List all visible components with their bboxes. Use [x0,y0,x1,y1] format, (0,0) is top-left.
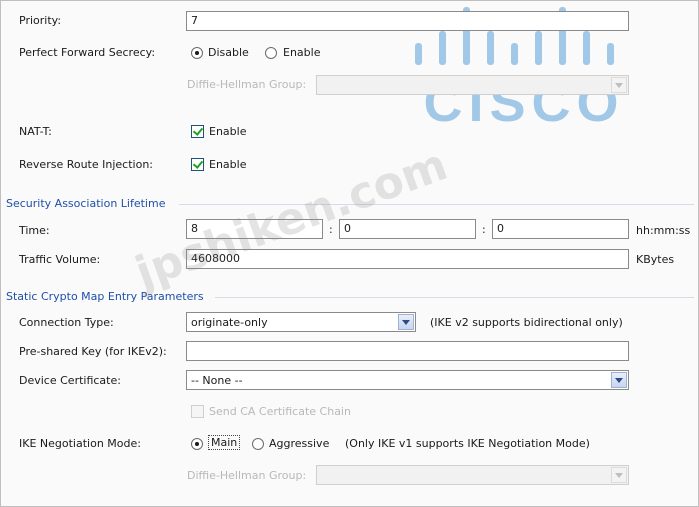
device-certificate-label: Device Certificate: [19,374,121,387]
chevron-down-icon [611,77,627,93]
connection-type-label: Connection Type: [19,316,114,329]
priority-input[interactable]: 7 [186,11,629,31]
ike-dh-group-select[interactable] [316,465,629,485]
ike-main-radio[interactable] [191,438,203,450]
pfs-disable-label: Disable [208,46,249,59]
chevron-down-icon [611,372,627,388]
time-seconds-input[interactable]: 0 [492,219,629,239]
time-label: Time: [19,224,50,237]
ike-aggressive-label: Aggressive [269,437,330,450]
ipsec-crypto-map-panel: CISCO Priority: 7 Perfect Forward Secrec… [0,0,699,507]
rri-checkbox[interactable] [191,158,204,171]
traffic-volume-label: Traffic Volume: [19,253,101,266]
ike-dh-group-label: Diffie-Hellman Group: [187,469,307,482]
time-separator: : [482,223,486,236]
pfs-label: Perfect Forward Secrecy: [19,46,156,59]
rri-label: Reverse Route Injection: [19,158,154,171]
pfs-enable-radio[interactable] [265,47,277,59]
sa-lifetime-title: Security Association Lifetime [6,197,166,210]
send-ca-chain-label: Send CA Certificate Chain [209,405,351,418]
crypto-map-title: Static Crypto Map Entry Parameters [6,290,204,303]
nat-t-checkbox[interactable] [191,125,204,138]
ike-mode-note: (Only IKE v1 supports IKE Negotiation Mo… [345,437,590,450]
ike-mode-label: IKE Negotiation Mode: [19,437,141,450]
device-certificate-select[interactable]: -- None -- [186,370,629,390]
priority-label: Priority: [19,14,62,27]
connection-type-select[interactable]: originate-only [186,312,416,332]
psk-label: Pre-shared Key (for IKEv2): [19,345,167,358]
chevron-down-icon [611,467,627,483]
ike-aggressive-radio[interactable] [252,438,264,450]
pfs-disable-radio[interactable] [191,47,203,59]
psk-input[interactable] [186,341,629,361]
rri-enable-label: Enable [209,158,247,171]
traffic-unit-label: KBytes [636,253,675,266]
nat-t-label: NAT-T: [19,125,52,138]
section-divider [215,297,694,298]
dh-group-select[interactable] [316,75,629,95]
connection-type-note: (IKE v2 supports bidirectional only) [430,316,623,329]
chevron-down-icon [398,314,414,330]
time-unit-label: hh:mm:ss [636,224,691,237]
pfs-enable-label: Enable [283,46,321,59]
dh-group-label: Diffie-Hellman Group: [187,78,307,91]
nat-t-enable-label: Enable [209,125,247,138]
send-ca-chain-checkbox[interactable] [191,405,204,418]
time-minutes-input[interactable]: 0 [339,219,476,239]
ike-main-label: Main [208,435,241,450]
